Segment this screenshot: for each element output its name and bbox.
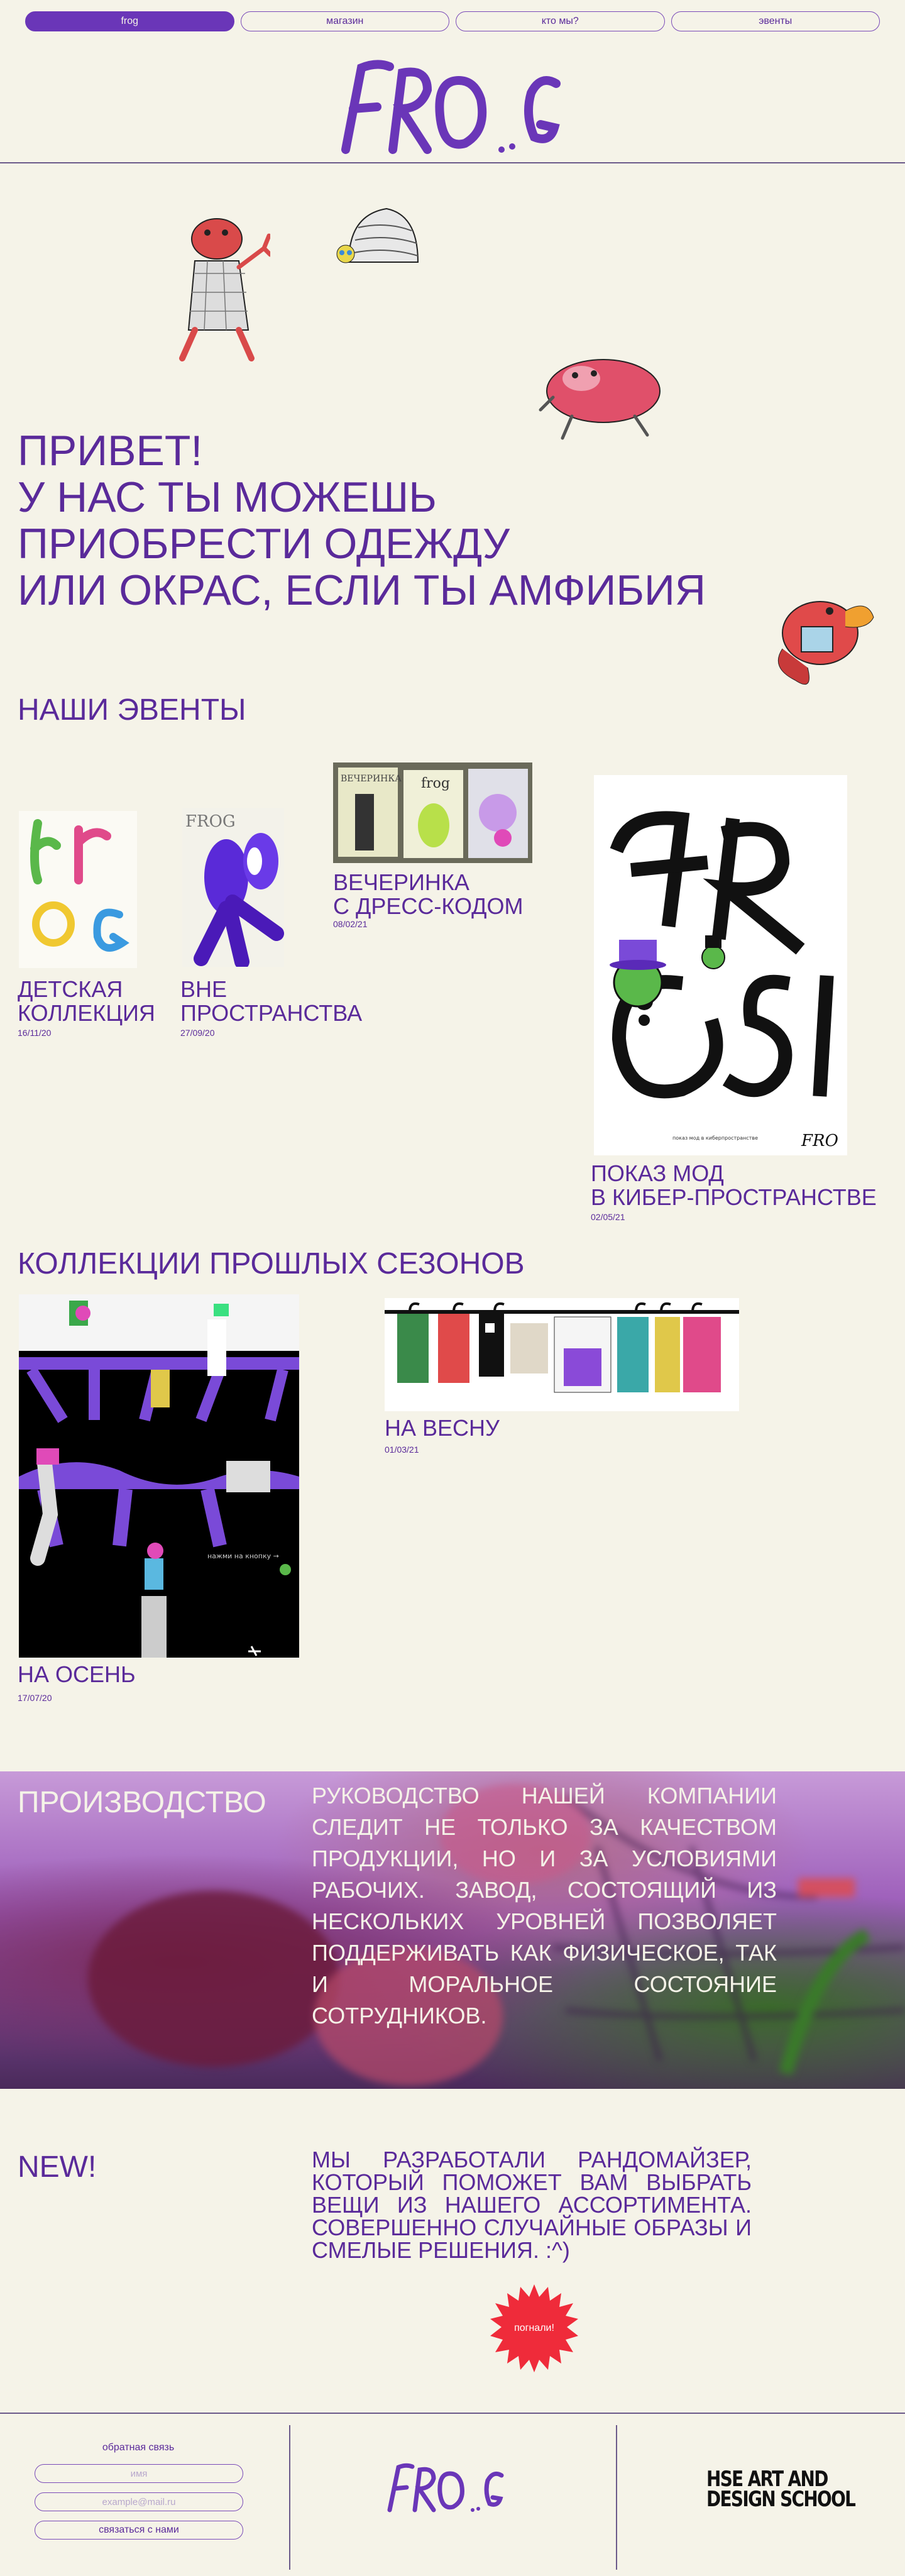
name-input[interactable] bbox=[35, 2464, 243, 2483]
collection-date: 17/07/20 bbox=[18, 1693, 52, 1703]
production-text: РУКОВОДСТВО НАШЕЙ КОМПАНИИ СЛЕДИТ НЕ ТОЛ… bbox=[312, 1783, 777, 2028]
event-date: 27/09/20 bbox=[180, 1028, 215, 1038]
event-title-line: ПОКАЗ МОД bbox=[591, 1160, 724, 1186]
collections-title: КОЛЛЕКЦИИ ПРОШЛЫХ СЕЗОНОВ bbox=[18, 1247, 525, 1280]
nav-events[interactable]: эвенты bbox=[671, 11, 880, 31]
footer: обратная связь связаться с нами HSE ART … bbox=[0, 2413, 905, 2576]
event-title[interactable]: ВНЕ ПРОСТРАНСТВА bbox=[180, 977, 362, 1025]
autumn-screen-text: нажми на кнопку → bbox=[207, 1552, 279, 1560]
events-title: НАШИ ЭВЕНТЫ bbox=[18, 693, 246, 727]
hero-line: ИЛИ ОКРАС, ЕСЛИ ТЫ АМФИБИЯ bbox=[18, 566, 706, 614]
email-input[interactable] bbox=[35, 2492, 243, 2511]
header-divider bbox=[0, 162, 905, 163]
event-date: 02/05/21 bbox=[591, 1212, 625, 1222]
event-date: 08/02/21 bbox=[333, 919, 368, 929]
event-title-line: В КИБЕР-ПРОСТРАНСТВЕ bbox=[591, 1184, 877, 1210]
event-title-line: ВНЕ bbox=[180, 976, 228, 1002]
hse-logo[interactable]: HSE ART AND DESIGN SCHOOL bbox=[706, 2469, 856, 2512]
frog-logo-icon bbox=[341, 60, 561, 154]
event-title-line: С ДРЕСС-КОДОМ bbox=[333, 893, 524, 919]
footer-logo[interactable] bbox=[383, 2461, 509, 2514]
collection-autumn-image[interactable]: нажми на кнопку → bbox=[19, 1294, 299, 1658]
nav-shop[interactable]: магазин bbox=[240, 11, 449, 31]
footer-divider bbox=[616, 2425, 617, 2570]
event-title-line: ПРОСТРАНСТВА bbox=[180, 1000, 363, 1026]
svg-text:FRO: FRO bbox=[801, 1131, 838, 1150]
new-title: NEW! bbox=[18, 2150, 97, 2184]
contact-submit-button[interactable]: связаться с нами bbox=[35, 2521, 243, 2540]
nav-frog[interactable]: frog bbox=[25, 11, 234, 31]
randomizer-button[interactable]: погнали! bbox=[490, 2284, 578, 2372]
hero-line: У НАС ТЫ МОЖЕШЬ bbox=[18, 473, 437, 521]
event-title[interactable]: ДЕТСКАЯ КОЛЛЕКЦИЯ bbox=[18, 977, 155, 1025]
event-kids-image[interactable] bbox=[19, 811, 137, 968]
hero-line: ПРИВЕТ! bbox=[18, 427, 203, 475]
collection-date: 01/03/21 bbox=[385, 1445, 419, 1455]
frog-dress-icon bbox=[179, 218, 270, 361]
footer-divider bbox=[289, 2425, 290, 2570]
frog-pufferfish-icon bbox=[777, 601, 874, 685]
frog-sweater-icon bbox=[336, 207, 419, 263]
site-logo[interactable] bbox=[333, 55, 572, 156]
event-title[interactable]: ПОКАЗ МОД В КИБЕР-ПРОСТРАНСТВЕ bbox=[591, 1162, 877, 1209]
event-title-line: КОЛЛЕКЦИЯ bbox=[18, 1000, 155, 1026]
event-date: 16/11/20 bbox=[18, 1028, 52, 1038]
collection-spring-image[interactable] bbox=[385, 1298, 739, 1411]
collection-title[interactable]: НА ВЕСНУ bbox=[385, 1416, 500, 1440]
svg-text:frog: frog bbox=[421, 776, 450, 791]
event-party-image[interactable]: ВЕЧЕРИНКА frog bbox=[333, 762, 532, 863]
hero-heading: ПРИВЕТ! У НАС ТЫ МОЖЕШЬ ПРИОБРЕСТИ ОДЕЖД… bbox=[18, 427, 706, 614]
collection-title[interactable]: НА ОСЕНЬ bbox=[18, 1663, 136, 1687]
randomizer-label: погнали! bbox=[514, 2323, 554, 2333]
top-nav: frog магазин кто мы? эвенты bbox=[25, 11, 880, 31]
svg-text:ВЕЧЕРИНКА: ВЕЧЕРИНКА bbox=[341, 774, 402, 784]
hse-line: DESIGN SCHOOL bbox=[706, 2487, 856, 2512]
svg-text:FROG: FROG bbox=[185, 812, 236, 831]
production-title: ПРОИЗВОДСТВО bbox=[18, 1786, 266, 1819]
event-cyber-image[interactable]: показ мод в киберпространстве FRO bbox=[594, 775, 847, 1155]
svg-text:показ мод в киберпространстве: показ мод в киберпространстве bbox=[672, 1135, 758, 1141]
feedback-label: обратная связь bbox=[102, 2442, 175, 2453]
event-title[interactable]: ВЕЧЕРИНКА С ДРЕСС-КОДОМ bbox=[333, 871, 524, 918]
event-title-line: ВЕЧЕРИНКА bbox=[333, 869, 469, 895]
new-text: МЫ РАЗРАБОТАЛИ РАНДОМАЙЗЕР, КОТОРЫЙ ПОМО… bbox=[312, 2147, 752, 2263]
event-space-image[interactable]: FROG bbox=[182, 808, 284, 967]
event-title-line: ДЕТСКАЯ bbox=[18, 976, 123, 1002]
hero-line: ПРИОБРЕСТИ ОДЕЖДУ bbox=[18, 520, 510, 568]
nav-about[interactable]: кто мы? bbox=[456, 11, 665, 31]
